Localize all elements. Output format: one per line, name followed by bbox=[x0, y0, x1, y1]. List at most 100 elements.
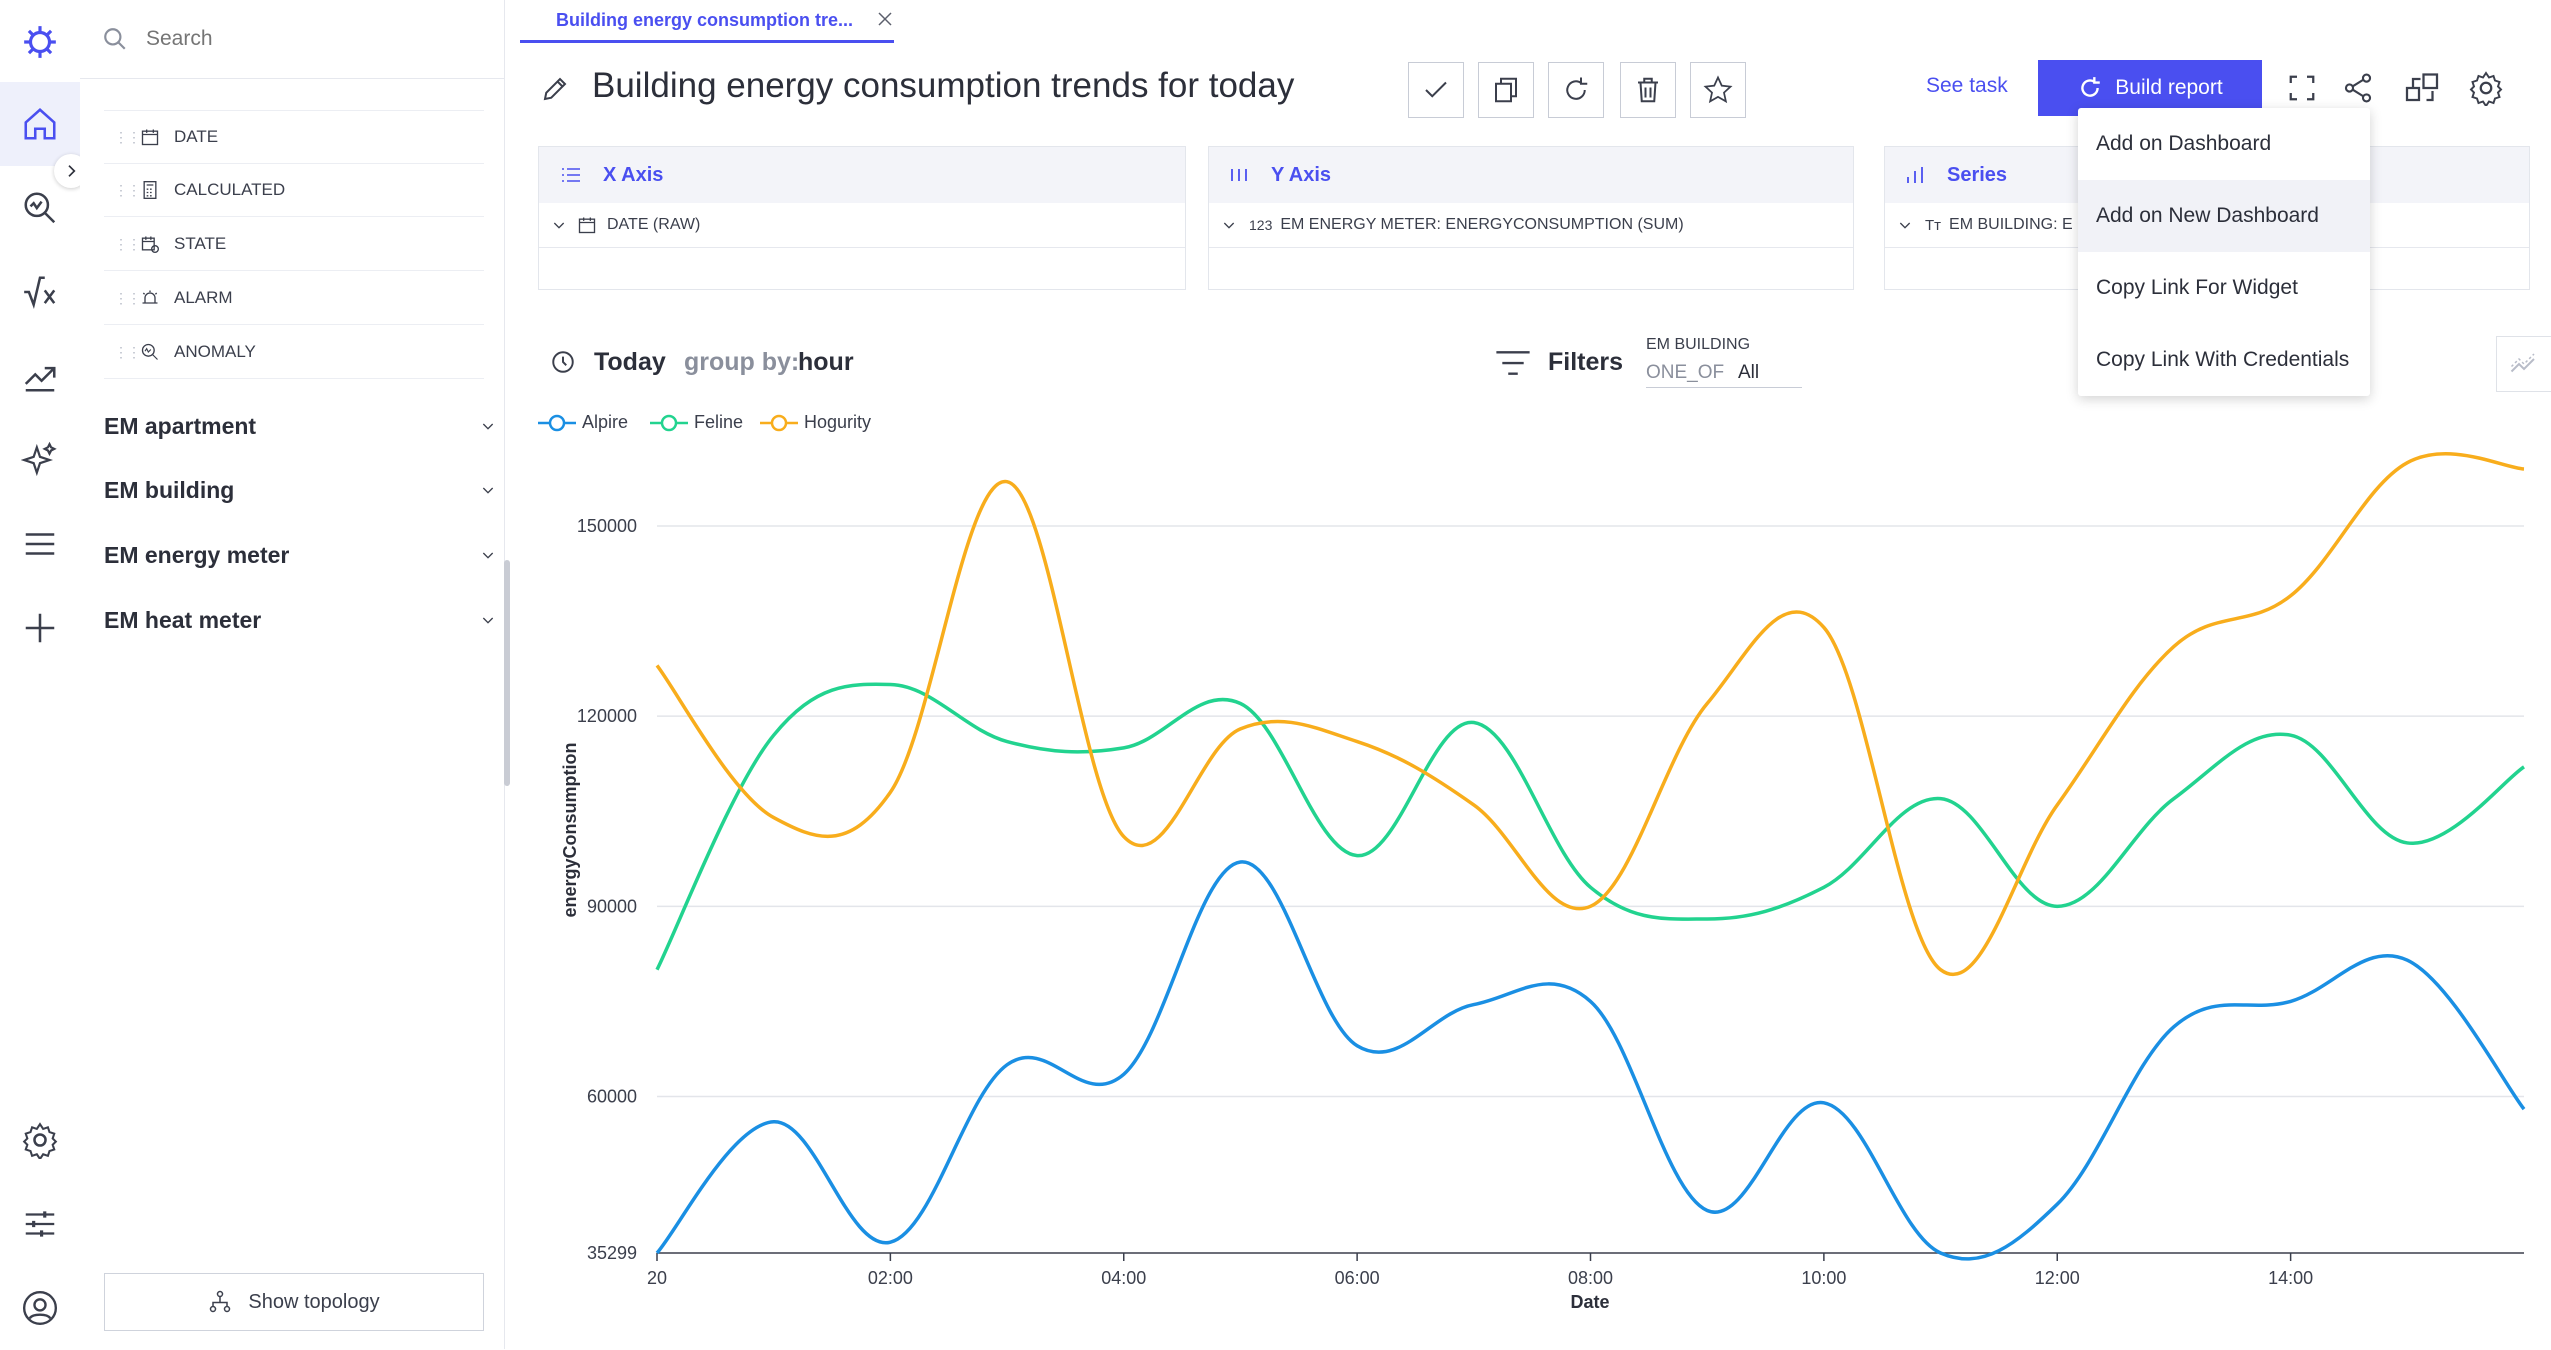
x-axis-title: X Axis bbox=[603, 163, 664, 186]
chart-line-icon bbox=[2510, 353, 2535, 373]
add-icon[interactable] bbox=[0, 586, 80, 670]
search-input[interactable] bbox=[144, 18, 478, 60]
list-icon bbox=[562, 168, 580, 182]
series-title: Series bbox=[1947, 163, 2008, 186]
filter-underline bbox=[1646, 387, 1802, 388]
chevron-down-icon[interactable] bbox=[1221, 217, 1237, 233]
check-icon bbox=[1425, 81, 1447, 98]
series-line-feline bbox=[655, 682, 2525, 971]
drag-handle-icon[interactable]: ⋮⋮ bbox=[114, 291, 141, 305]
fullscreen-icon bbox=[2289, 75, 2315, 101]
field-item-alarm[interactable]: ⋮⋮ ALARM bbox=[104, 272, 484, 325]
x-axis-field[interactable]: DATE (RAW) bbox=[539, 203, 1185, 248]
filters-label[interactable]: Filters bbox=[1548, 348, 1623, 377]
report-settings-button[interactable] bbox=[2462, 64, 2510, 112]
drag-handle-icon[interactable]: ⋮⋮ bbox=[114, 130, 141, 144]
y-axis-field[interactable]: 123 EM ENERGY METER: ENERGYCONSUMPTION (… bbox=[1209, 203, 1853, 248]
widget-export-icon bbox=[2405, 73, 2439, 102]
y-tick-label: 120000 bbox=[577, 706, 637, 726]
menu-icon[interactable] bbox=[0, 502, 80, 586]
x-axis-box: X Axis DATE (RAW) bbox=[538, 146, 1186, 290]
chevron-down-icon[interactable] bbox=[551, 217, 567, 233]
see-task-link[interactable]: See task bbox=[1926, 74, 2008, 98]
y-axis-label: energyConsumption bbox=[560, 742, 580, 917]
show-topology-button[interactable]: Show topology bbox=[104, 1273, 484, 1331]
drag-handle-icon[interactable]: ⋮⋮ bbox=[114, 183, 141, 197]
drag-handle-icon[interactable]: ⋮⋮ bbox=[114, 345, 141, 359]
group-label: EM heat meter bbox=[104, 606, 262, 633]
field-item-date[interactable]: ⋮⋮ DATE bbox=[104, 110, 484, 164]
panel-scrollbar[interactable] bbox=[504, 560, 510, 786]
edit-pencil-icon[interactable] bbox=[540, 74, 570, 104]
y-axis-title: Y Axis bbox=[1271, 163, 1332, 186]
field-item-label: DATE bbox=[174, 127, 219, 146]
share-button[interactable] bbox=[2334, 64, 2382, 112]
group-label: EM energy meter bbox=[104, 541, 290, 568]
left-rail bbox=[0, 0, 88, 1350]
gear-icon bbox=[2469, 71, 2503, 106]
share-icon bbox=[2344, 73, 2372, 103]
x-tick-label: 20 bbox=[647, 1268, 667, 1288]
series-bars-icon bbox=[1907, 167, 1923, 183]
logo-icon bbox=[0, 0, 80, 84]
build-refresh-icon bbox=[2081, 77, 2101, 97]
sliders-icon[interactable] bbox=[0, 1182, 80, 1266]
x-tick-label: 14:00 bbox=[2268, 1268, 2313, 1288]
y-tick-label: 90000 bbox=[587, 896, 637, 916]
star-icon bbox=[1703, 75, 1733, 104]
group-label: EM building bbox=[104, 476, 235, 503]
formula-icon[interactable] bbox=[0, 250, 80, 334]
drag-handle-icon[interactable]: ⋮⋮ bbox=[114, 237, 141, 251]
x-tick-label: 10:00 bbox=[1801, 1268, 1846, 1288]
y-tick-label: 150000 bbox=[577, 516, 637, 536]
period-label[interactable]: Today bbox=[594, 348, 666, 377]
menu-item-copy-link-widget[interactable]: Copy Link For Widget bbox=[2078, 252, 2370, 324]
group-em-building[interactable]: EM building bbox=[104, 470, 496, 510]
export-widget-button[interactable] bbox=[2398, 64, 2446, 112]
series-field-label: EM BUILDING: E bbox=[1949, 216, 2073, 233]
field-item-label: CALCULATED bbox=[174, 180, 286, 199]
field-item-state[interactable]: ⋮⋮ STATE bbox=[104, 218, 484, 271]
search-bar[interactable] bbox=[80, 0, 504, 79]
side-panel: ⋮⋮ DATE ⋮⋮ CALCULATED ⋮⋮ STATE ⋮⋮ ALARM … bbox=[80, 0, 510, 1349]
group-em-energy-meter[interactable]: EM energy meter bbox=[104, 535, 496, 575]
field-item-calculated[interactable]: ⋮⋮ CALCULATED bbox=[104, 164, 484, 217]
alarm-icon bbox=[142, 290, 158, 304]
group-by-label: group by: bbox=[684, 348, 800, 376]
x-axis-header: X Axis bbox=[539, 147, 1185, 203]
menu-item-add-on-dashboard[interactable]: Add on Dashboard bbox=[2078, 108, 2370, 180]
refresh-button[interactable] bbox=[1548, 62, 1604, 118]
chevron-down-icon[interactable] bbox=[1897, 217, 1913, 233]
delete-button[interactable] bbox=[1620, 62, 1676, 118]
field-item-anomaly[interactable]: ⋮⋮ ANOMALY bbox=[104, 326, 484, 379]
filter-operator[interactable]: ONE_OF bbox=[1646, 362, 1724, 384]
x-tick-label: 02:00 bbox=[868, 1268, 913, 1288]
duplicate-button[interactable] bbox=[1478, 62, 1534, 118]
group-label: EM apartment bbox=[104, 412, 257, 439]
tab-label: Building energy consumption tre... bbox=[556, 9, 854, 30]
group-by-value[interactable]: hour bbox=[798, 348, 854, 377]
filter-value[interactable]: All bbox=[1738, 362, 1759, 384]
save-button[interactable] bbox=[1408, 62, 1464, 118]
sparkle-icon[interactable] bbox=[0, 418, 80, 502]
group-em-apartment[interactable]: EM apartment bbox=[104, 406, 496, 446]
chart-type-button[interactable] bbox=[2496, 336, 2551, 392]
filter-icon[interactable] bbox=[1494, 348, 1532, 378]
favorite-button[interactable] bbox=[1690, 62, 1746, 118]
group-em-heat-meter[interactable]: EM heat meter bbox=[104, 600, 496, 640]
settings-icon[interactable] bbox=[0, 1098, 80, 1182]
state-calendar-icon bbox=[141, 236, 159, 253]
close-icon[interactable] bbox=[876, 10, 894, 28]
fullscreen-button[interactable] bbox=[2278, 64, 2326, 112]
y-axis-box: Y Axis 123 EM ENERGY METER: ENERGYCONSUM… bbox=[1208, 146, 1854, 290]
trend-icon[interactable] bbox=[0, 334, 80, 418]
clock-icon bbox=[552, 351, 574, 373]
menu-item-add-on-new-dashboard[interactable]: Add on New Dashboard bbox=[2078, 180, 2370, 252]
tab-report[interactable]: Building energy consumption tre... bbox=[520, 0, 894, 43]
menu-item-copy-link-credentials[interactable]: Copy Link With Credentials bbox=[2078, 324, 2370, 396]
user-avatar-icon[interactable] bbox=[0, 1266, 80, 1350]
search-icon bbox=[104, 28, 126, 50]
y-tick-label: 60000 bbox=[587, 1086, 637, 1106]
refresh-icon bbox=[1566, 77, 1588, 100]
trash-icon bbox=[1638, 77, 1658, 103]
